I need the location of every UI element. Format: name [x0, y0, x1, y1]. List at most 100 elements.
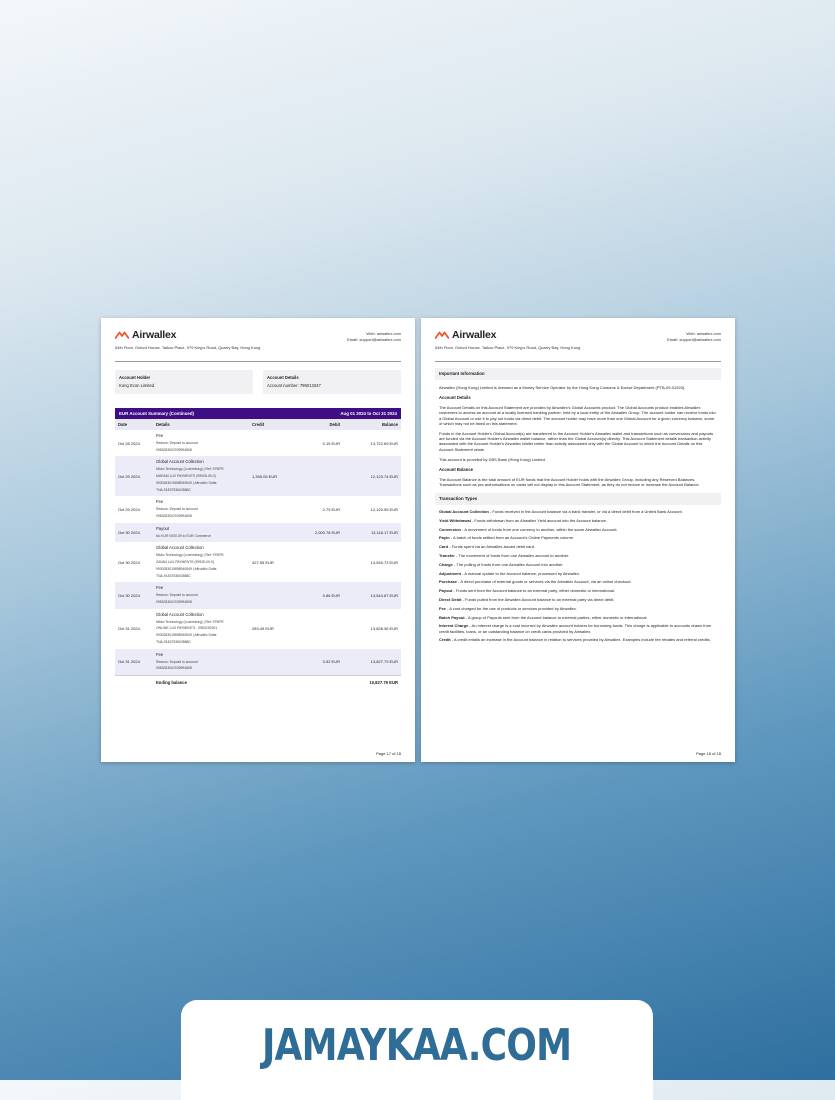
- transaction-type-item: Direct Debit - Funds pulled from the Air…: [435, 597, 721, 602]
- row-detail-line: TNA-9183753603588C: [156, 573, 191, 578]
- row-detail-line: Nikko Technology (Luxemburg) | Ref: 979I…: [156, 553, 224, 558]
- transaction-type-term: Direct Debit: [439, 597, 462, 602]
- support-email: Email: support@airwallex.com: [667, 337, 721, 342]
- company-address: 54th Floor, Oxford House, Taikoo Place, …: [435, 345, 581, 350]
- table-row: Oct 30 2024 Fee Reason: Deposit to account…: [115, 582, 401, 609]
- row-detail-title: Fee: [156, 499, 164, 505]
- transaction-type-description: - The movement of funds from one Airwall…: [454, 553, 570, 559]
- row-detail-title: Fee: [156, 585, 164, 591]
- row-credit: 283.49 EUR: [252, 626, 274, 632]
- row-balance: 13,544.87 EUR: [370, 593, 398, 599]
- account-details-box: Account Details Account number: 79501334…: [263, 370, 401, 394]
- ending-balance-label: Ending balance: [156, 680, 187, 686]
- transaction-type-description: - A batch of funds settled from an Accou…: [449, 535, 575, 541]
- page-header: Airwallex 54th Floor, Oxford House, Taik…: [435, 328, 721, 358]
- table-row: Oct 31 2024 Global Account Collection Nikk…: [115, 609, 401, 649]
- transaction-type-term: Conversion: [439, 526, 462, 532]
- row-balance: 13,827.79 EUR: [370, 659, 398, 665]
- row-date: Oct 31 2024: [118, 659, 140, 665]
- transaction-type-description: - Funds spent via an Airwallex-issued de…: [448, 544, 536, 550]
- row-debit: 0.15 EUR: [322, 440, 340, 446]
- transaction-type-description: - Funds pulled from the Airwallex Accoun…: [461, 597, 615, 602]
- transaction-table: Oct 28 2024 Fee Reason: Deposit to account…: [115, 430, 401, 676]
- col-debit: Debit: [329, 422, 340, 427]
- transaction-types-heading: Transaction Types: [435, 493, 721, 506]
- row-detail-line: MARAM LUX PAYMENTS (99928-00-0): [156, 473, 216, 478]
- brand-name: Airwallex: [132, 329, 177, 341]
- table-row: Oct 31 2024 Fee Reason: Deposit to account…: [115, 648, 401, 676]
- statement-page-17: Airwallex 54th Floor, Oxford House, Taik…: [101, 318, 415, 762]
- transaction-type-term: Adjustment: [439, 570, 461, 576]
- transaction-type-item: Transfer - The movement of funds from on…: [435, 553, 721, 558]
- table-header: Date Details Credit Debit Balance: [115, 419, 401, 430]
- row-detail-line: ONLINE LUX PAYMENTS - 0983292301: [156, 626, 218, 631]
- transaction-type-item: Card - Funds spent via an Airwallex-issu…: [435, 544, 721, 549]
- row-debit: 0.52 EUR: [322, 659, 340, 665]
- account-balance-heading: Account Balance: [439, 467, 473, 473]
- ending-balance-value: 10,827.79 EUR: [369, 680, 398, 686]
- company-address: 54th Floor, Oxford House, Taikoo Place, …: [115, 345, 261, 350]
- transaction-type-term: Payin: [439, 535, 450, 541]
- contact-info: Web: airwallex.com Email: support@airwal…: [347, 331, 401, 343]
- account-info: Account Holder Kong Econ Limited Account…: [115, 370, 401, 394]
- header-divider: [435, 361, 721, 362]
- col-details: Details: [156, 422, 170, 427]
- page-number: Page 17 of 18: [376, 751, 401, 756]
- row-details: Global Account Collection Nikko Technolog…: [156, 545, 252, 579]
- transaction-type-description: - A credit entails an increase in the Ac…: [450, 637, 711, 643]
- row-detail-line: Reason: Deposit to account: [156, 659, 198, 664]
- transaction-type-term: Batch Payout: [439, 614, 465, 620]
- transaction-type-term: Credit: [439, 637, 451, 643]
- row-credit: 427.55 EUR: [252, 559, 274, 565]
- transaction-type-item: Payout - Funds sent from the Account bal…: [435, 588, 721, 593]
- transaction-type-description: - A cost charged for the use of products…: [445, 605, 577, 611]
- transaction-type-description: - A group of Payouts sent from the Accou…: [464, 614, 648, 620]
- header-divider: [115, 361, 401, 362]
- transaction-type-description: - Funds withdrawn from an Airwallex Yiel…: [470, 517, 607, 523]
- airwallex-logo: Airwallex: [115, 329, 177, 341]
- row-balance: 13,118.17 EUR: [370, 530, 398, 536]
- transaction-type-item: Purchase - A direct purchase of external…: [435, 579, 721, 584]
- important-info-heading: Important Information: [435, 368, 721, 380]
- table-row: Oct 30 2024 Payout No EUR 0000.09 to EUR C…: [115, 522, 401, 543]
- row-date: Oct 30 2024: [118, 559, 140, 565]
- transaction-type-description: - Funds received in the Account balance …: [488, 509, 683, 515]
- row-detail-line: 0983283002039994808: [156, 666, 192, 671]
- transaction-type-term: Payout: [439, 588, 453, 594]
- row-date: Oct 29 2024: [118, 507, 140, 513]
- row-date: Oct 28 2024: [118, 440, 140, 446]
- row-details: Payout No EUR 0000.09 to EUR Commerce: [156, 526, 252, 540]
- row-debit: 2.79 EUR: [322, 507, 340, 513]
- row-detail-line: Nikko Technology (Luxemburg) | Ref: 979I…: [156, 619, 224, 624]
- transaction-type-term: Card: [439, 544, 449, 550]
- account-details-heading: Account Details: [439, 395, 471, 401]
- account-details-label: Account Details: [267, 375, 299, 380]
- transaction-type-item: Interest Charge - An interest charge is …: [435, 623, 721, 633]
- watermark-text: JAMAYKAA.COM: [262, 1020, 572, 1071]
- row-detail-line: Nikko Technology (Luxemburg) | Ref: 979I…: [156, 467, 224, 472]
- transaction-type-description: - An interest charge is a cost incurred …: [439, 623, 712, 634]
- transaction-type-description: - Funds sent from the Account balance to…: [452, 588, 616, 594]
- support-email: Email: support@airwallex.com: [347, 337, 401, 342]
- ending-balance-row: Ending balance 10,827.79 EUR: [115, 675, 401, 689]
- row-detail-line: Reason: Deposit to account: [156, 593, 198, 598]
- col-balance: Balance: [381, 422, 398, 427]
- page-number: Page 18 of 18: [696, 751, 721, 756]
- row-date: Oct 31 2024: [118, 626, 140, 632]
- row-details: Fee Reason: Deposit to account 09832830020…: [156, 499, 252, 519]
- row-date: Oct 30 2024: [118, 530, 140, 536]
- brand-name: Airwallex: [452, 329, 497, 341]
- transaction-type-term: Purchase: [439, 579, 458, 585]
- watermark-banner: JAMAYKAA.COM: [181, 1000, 653, 1100]
- airwallex-logo-icon: [115, 331, 129, 339]
- account-holder-label: Account Holder: [119, 375, 151, 380]
- account-details-paragraph-2: Funds in the Account Holder's Global Acc…: [439, 431, 714, 452]
- table-row: Oct 29 2024 Global Account Collection Nikk…: [115, 456, 401, 497]
- transaction-type-item: Yield Withdrawal - Funds withdrawn from …: [435, 518, 721, 523]
- row-detail-title: Global Account Collection: [156, 545, 204, 551]
- row-date: Oct 30 2024: [118, 593, 140, 599]
- col-credit: Credit: [252, 422, 265, 427]
- page-header: Airwallex 54th Floor, Oxford House, Taik…: [115, 328, 401, 358]
- row-details: Fee Reason: Deposit to account 09832830020…: [156, 433, 252, 453]
- account-details-paragraph-1: The Account Details on this Account Stat…: [439, 405, 716, 426]
